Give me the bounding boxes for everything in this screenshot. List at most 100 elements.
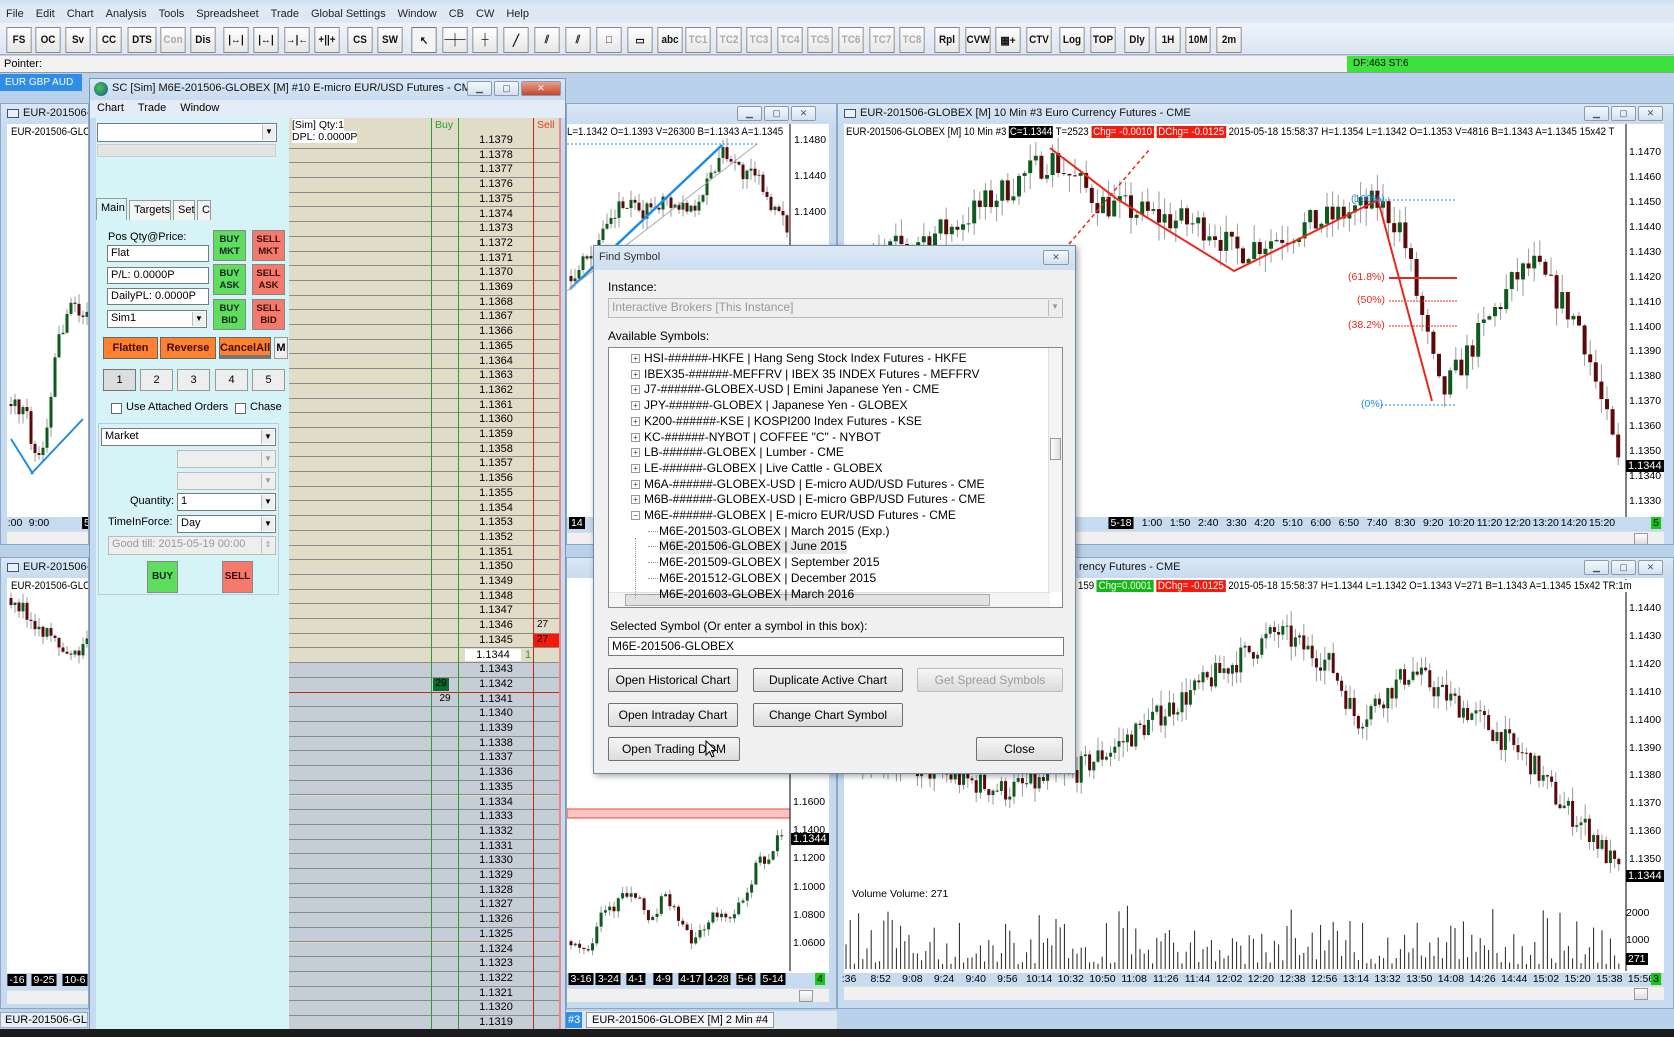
menu-tools[interactable]: Tools	[153, 5, 191, 23]
ladder-row[interactable]: 1.1377	[289, 163, 561, 179]
compress-icon[interactable]: →|←	[284, 27, 310, 53]
values-tool-icon[interactable]: ┼	[472, 27, 498, 53]
chart-tab[interactable]: #3	[566, 1012, 583, 1028]
ladder-row[interactable]: 1.1360	[289, 413, 561, 428]
toolbar-tc4-button[interactable]: TC4	[777, 27, 803, 53]
toolbar-ctv-button[interactable]: CTV	[1026, 27, 1052, 53]
chart-window-left-bottom[interactable]: EUR-201506-GLOBEX EUR-201506-GLOBEX -16 …	[0, 557, 89, 1009]
symbol-tree-item[interactable]: M6E-######-GLOBEX | E-micro EUR/USD Futu…	[644, 508, 956, 523]
chase-checkbox[interactable]	[235, 403, 246, 414]
sell-market-button[interactable]: SELL MKT	[252, 230, 285, 261]
interval-left-icon[interactable]: |↔|	[223, 27, 249, 53]
order-type-select[interactable]: Market ▼	[101, 428, 276, 446]
ladder-row[interactable]: 1.1337	[289, 751, 561, 767]
toolbar-log-button[interactable]: Log	[1059, 27, 1085, 53]
toolbar-cs-button[interactable]: CS	[347, 27, 373, 53]
ladder-row[interactable]: 1.1329	[289, 869, 561, 884]
ladder-row[interactable]: 1.1330	[289, 854, 561, 869]
ladder-row[interactable]: 1.1348	[289, 590, 561, 605]
menu-window[interactable]: Window	[392, 5, 443, 23]
reverse-button[interactable]: Reverse	[160, 337, 216, 359]
ladder-row[interactable]: 1.1340	[289, 707, 561, 722]
ladder-row[interactable]: 1.1371	[289, 252, 561, 267]
expand-icon[interactable]: +	[631, 432, 640, 442]
ladder-row[interactable]: 1.1352	[289, 531, 561, 546]
menu-cb[interactable]: CB	[443, 5, 470, 23]
collapse-icon[interactable]: −	[631, 511, 640, 520]
ladder-row[interactable]: 1.1325	[289, 927, 561, 943]
expand-icon[interactable]: +	[631, 369, 640, 379]
toolbar-sv-button[interactable]: Sv	[65, 27, 91, 53]
ladder-row[interactable]: 1.1353	[289, 516, 561, 531]
ladder-row[interactable]: 1.1331	[289, 839, 561, 855]
good-till-field[interactable]: Good till: 2015-05-19 00:00 ⇕	[108, 536, 276, 555]
duplicate-active-chart-button[interactable]: Duplicate Active Chart	[753, 668, 903, 692]
menu-cw[interactable]: CW	[470, 5, 500, 23]
toolbar-tc3-button[interactable]: TC3	[746, 27, 772, 53]
ladder-row[interactable]: 1.1365	[289, 340, 561, 355]
menu-help[interactable]: Help	[500, 5, 535, 23]
ladder-row[interactable]: 1.1362	[289, 384, 561, 399]
ladder-row[interactable]: 1.1335	[289, 780, 561, 796]
toolbar-rpl-button[interactable]: Rpl	[934, 27, 960, 53]
ladder-row[interactable]: 1.1343	[289, 663, 561, 678]
ladder-row[interactable]: 1.1367	[289, 310, 561, 326]
ladder-row[interactable]: 1.1346 27	[289, 619, 561, 634]
symbol-tree-item[interactable]: J7-######-GLOBEX-USD | Emini Japanese Ye…	[644, 382, 939, 397]
toolbar-tc6-button[interactable]: TC6	[838, 27, 864, 53]
text-tool-icon[interactable]: abc	[657, 27, 683, 53]
ladder-row[interactable]: 1.1342 29	[289, 677, 561, 693]
dialog-title-bar[interactable]: Find Symbol ✕	[594, 246, 1075, 270]
quantity-preset-1[interactable]: 1	[103, 369, 136, 391]
ladder-row[interactable]: 1.1321	[289, 986, 561, 1002]
tab-set[interactable]: Set	[173, 200, 195, 220]
ladder-row[interactable]: 1.1376	[289, 178, 561, 193]
buy-button[interactable]: BUY	[147, 561, 178, 593]
ladder-row[interactable]: 1.1361	[289, 399, 561, 414]
toolbar-dis-button[interactable]: Dis	[190, 27, 216, 53]
flatten-button[interactable]: Flatten	[103, 337, 158, 359]
toolbar-cc-button[interactable]: CC	[96, 27, 122, 53]
toolbar-con-button[interactable]: Con	[160, 27, 186, 53]
ladder-row[interactable]: 1.1354	[289, 502, 561, 517]
symbol-tree-item[interactable]: JPY-######-GLOBEX | Japanese Yen - GLOBE…	[644, 398, 908, 413]
ladder-row[interactable]: 1.1372	[289, 237, 561, 252]
chart-tab-left[interactable]: EUR-201506-GLOBEX	[0, 1012, 88, 1028]
chart-window-left-top[interactable]: EUR-201506-GLOBEX EUR-201506-GLOBEX :00 …	[0, 103, 89, 545]
toolbar-tc5-button[interactable]: TC5	[807, 27, 833, 53]
ladder-row[interactable]: 1.1374	[289, 208, 561, 223]
ladder-row[interactable]: 1.1375	[289, 193, 561, 208]
account-select[interactable]: Sim1 ▼	[107, 310, 207, 328]
maximize-button[interactable]: ▢	[494, 81, 519, 96]
horizontal-scrollbar[interactable]	[7, 990, 88, 1004]
ladder-row[interactable]: 1.1356	[289, 472, 561, 487]
symbol-tree-item[interactable]: LB-######-GLOBEX | Lumber - CME	[644, 445, 844, 460]
find-symbol-dialog[interactable]: Find Symbol ✕ Instance: Interactive Brok…	[593, 245, 1076, 774]
menu-chart[interactable]: Chart	[61, 5, 100, 23]
buy-ask-button[interactable]: BUY ASK	[213, 264, 246, 295]
symbol-tree-item[interactable]: LE-######-GLOBEX | Live Cattle - GLOBEX	[644, 461, 883, 476]
ellipse-icon[interactable]: ▭	[627, 27, 653, 53]
vertical-scrollbar[interactable]	[1048, 348, 1062, 592]
cancel-all-button[interactable]: CancelAll	[219, 337, 271, 359]
toolbar-tc1-button[interactable]: TC1	[685, 27, 711, 53]
menu-edit[interactable]: Edit	[30, 5, 61, 23]
ladder-row[interactable]: 1.1347	[289, 604, 561, 620]
expand-icon[interactable]: +	[631, 463, 640, 473]
close-button[interactable]: ✕	[521, 81, 561, 96]
expand-icon[interactable]: +	[631, 495, 640, 505]
sell-button[interactable]: SELL	[222, 561, 253, 593]
ladder-row[interactable]: 1.1344 1	[289, 648, 561, 664]
ladder-row[interactable]: 1.1323	[289, 957, 561, 972]
interval-right-icon[interactable]: |↔|	[253, 27, 279, 53]
fib-retracement-icon[interactable]: ⫽	[534, 27, 560, 53]
worksheet-tab[interactable]: EUR GBP AUD	[0, 74, 82, 91]
menu-spreadsheet[interactable]: Spreadsheet	[190, 5, 264, 23]
horizontal-scrollbar[interactable]	[567, 988, 829, 1002]
open-trading-dom-button[interactable]: Open Trading DOM	[608, 737, 740, 761]
crosshair-icon[interactable]: ─┼─	[442, 27, 468, 53]
expand-icon[interactable]: +	[631, 385, 640, 395]
symbol-tree-item[interactable]: M6E-201512-GLOBEX | December 2015	[659, 571, 876, 586]
price1-select[interactable]: ▼	[177, 450, 276, 468]
toolbar-fs-button[interactable]: FS	[6, 27, 32, 53]
